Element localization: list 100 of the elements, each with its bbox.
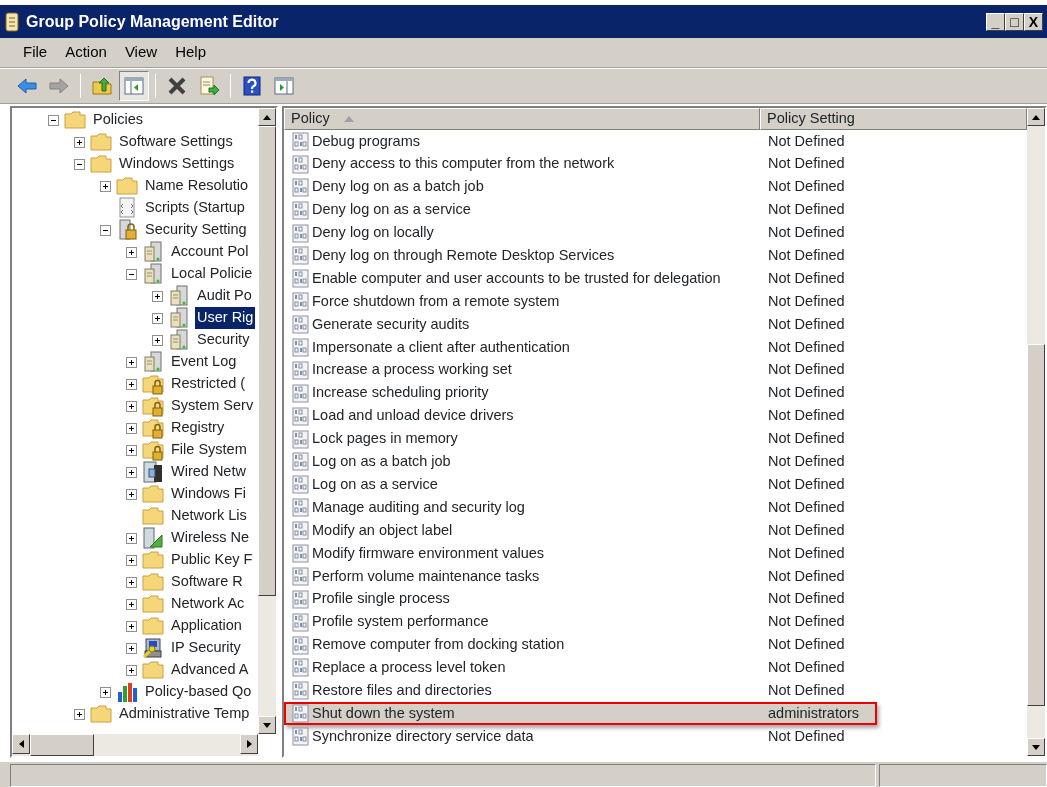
menu-item[interactable]: Help <box>166 39 215 66</box>
table-row[interactable]: Manage auditing and security log Not Defined <box>284 496 1027 520</box>
table-row[interactable]: Impersonate a client after authentication Not Defined <box>284 336 1027 359</box>
expand-icon[interactable] <box>100 180 111 192</box>
collapse-icon[interactable] <box>74 158 85 170</box>
scrollbar-thumb[interactable] <box>258 126 276 596</box>
tree-item[interactable]: Local Policie <box>169 263 255 285</box>
tree-item[interactable]: Restricted ( <box>169 373 248 395</box>
tree-item[interactable]: IP Security <box>169 637 243 659</box>
scrollbar[interactable] <box>258 108 276 734</box>
table-row[interactable]: Generate security audits Not Defined <box>284 313 1027 336</box>
tree-item[interactable]: Windows Settings <box>117 153 237 175</box>
highlighted-table-row[interactable]: Shut down the system administrators <box>284 702 877 726</box>
menu-item[interactable]: File <box>14 39 57 66</box>
table-row[interactable]: Remove computer from docking station Not Defined <box>284 633 1027 657</box>
column-header[interactable]: Policy Setting <box>760 108 1027 130</box>
scrollbar-thumb[interactable] <box>1027 344 1045 706</box>
tree-item[interactable]: Administrative Temp <box>117 703 252 725</box>
scroll-left-icon[interactable] <box>18 740 24 748</box>
expand-icon[interactable] <box>126 246 137 258</box>
expand-icon[interactable] <box>152 312 163 324</box>
table-row[interactable]: Deny log on as a service Not Defined <box>284 198 1027 222</box>
maximize-button[interactable]: □ <box>1005 12 1024 31</box>
table-row[interactable]: Profile system performance Not Defined <box>284 610 1027 634</box>
tree-item[interactable]: Wired Netw <box>169 461 248 483</box>
table-row[interactable]: Deny access to this computer from the network Not Defined <box>284 152 1027 176</box>
table-row[interactable]: Perform volume maintenance tasks Not Defined <box>284 564 1027 588</box>
tree-item[interactable]: Account Pol <box>169 241 251 263</box>
table-row[interactable]: Increase scheduling priority Not Defined <box>284 381 1027 405</box>
tree-item[interactable]: Policies <box>91 109 145 131</box>
table-row[interactable]: Modify an object label Not Defined <box>284 519 1027 543</box>
tree-item[interactable]: Application <box>169 615 244 637</box>
scroll-up-icon[interactable] <box>1032 114 1040 120</box>
table-row[interactable]: Enable computer and user accounts to be trusted for delegation Not Defined <box>284 267 1027 291</box>
tree-item[interactable]: Network Ac <box>169 593 247 615</box>
tree-item[interactable]: Policy-based Qo <box>143 681 254 703</box>
table-row[interactable]: Log on as a service Not Defined <box>284 473 1027 497</box>
expand-icon[interactable] <box>74 136 85 148</box>
expand-icon[interactable] <box>152 290 163 302</box>
table-row[interactable]: Modify firmware environment values Not Defined <box>284 542 1027 565</box>
table-row[interactable]: Deny log on locally Not Defined <box>284 221 1027 245</box>
tree-item[interactable]: Scripts (Startup <box>143 197 247 219</box>
expand-icon[interactable] <box>126 356 137 368</box>
expand-icon[interactable] <box>152 334 163 346</box>
table-row[interactable]: Force shutdown from a remote system Not Defined <box>284 290 1027 314</box>
tree-item[interactable]: Wireless Ne <box>169 527 252 549</box>
expand-icon[interactable] <box>126 664 137 676</box>
expand-icon[interactable] <box>126 466 137 478</box>
expand-icon[interactable] <box>126 532 137 544</box>
tree-item[interactable]: Windows Fi <box>169 483 248 505</box>
scroll-down-icon[interactable] <box>263 722 271 728</box>
tree-item[interactable]: Software Settings <box>117 131 235 153</box>
expand-icon[interactable] <box>126 444 137 456</box>
table-row[interactable]: Increase a process working set Not Defined <box>284 358 1027 382</box>
expand-icon[interactable] <box>126 378 137 390</box>
menu-item[interactable]: Action <box>56 39 116 66</box>
tree-item[interactable]: Security <box>195 329 252 351</box>
tree-item[interactable]: File System <box>169 439 249 461</box>
tree-item[interactable]: Event Log <box>169 351 239 373</box>
expand-icon[interactable] <box>126 422 137 434</box>
expand-icon[interactable] <box>126 576 137 588</box>
tree-item[interactable]: Registry <box>169 417 227 439</box>
collapse-icon[interactable] <box>126 268 137 280</box>
collapse-icon[interactable] <box>48 114 59 126</box>
menu-item[interactable]: View <box>115 39 167 66</box>
expand-icon[interactable] <box>126 642 137 654</box>
expand-icon[interactable] <box>126 488 137 500</box>
table-row[interactable]: Replace a process level token Not Defined <box>284 656 1027 680</box>
table-row[interactable]: Lock pages in memory Not Defined <box>284 427 1027 451</box>
table-row[interactable]: Log on as a batch job Not Defined <box>284 450 1027 474</box>
expand-icon[interactable] <box>126 554 137 566</box>
tree-item[interactable]: Software R <box>169 571 245 593</box>
scrollbar-thumb[interactable] <box>30 734 94 756</box>
expand-icon[interactable] <box>126 400 137 412</box>
scroll-down-icon[interactable] <box>1032 744 1040 750</box>
table-row[interactable]: Synchronize directory service data Not Defined <box>284 725 1027 749</box>
table-row[interactable]: Debug programs Not Defined <box>284 130 1027 153</box>
tree-item[interactable]: Public Key F <box>169 549 255 571</box>
tree-item[interactable]: Advanced A <box>169 659 251 681</box>
table-row[interactable]: Restore files and directories Not Defined <box>284 679 1027 703</box>
table-row[interactable]: Load and unload device drivers Not Defined <box>284 404 1027 428</box>
tree-item[interactable]: Name Resolutio <box>143 175 251 197</box>
expand-icon[interactable] <box>74 708 85 720</box>
table-row[interactable]: Deny log on through Remote Desktop Services Not Defined <box>284 244 1027 268</box>
expand-icon[interactable] <box>126 598 137 610</box>
scrollbar[interactable] <box>12 734 258 756</box>
tree-item[interactable]: Audit Po <box>195 285 254 307</box>
table-row[interactable]: Deny log on as a batch job Not Defined <box>284 175 1027 199</box>
scroll-up-icon[interactable] <box>263 114 271 120</box>
table-row[interactable]: Profile single process Not Defined <box>284 587 1027 611</box>
tree-item[interactable]: Security Setting <box>143 219 249 241</box>
expand-icon[interactable] <box>126 620 137 632</box>
scrollbar[interactable] <box>1027 108 1045 756</box>
close-button[interactable]: X <box>1024 12 1043 31</box>
column-header[interactable]: Policy <box>284 108 760 130</box>
minimize-button[interactable]: _ <box>986 12 1005 31</box>
tree-item[interactable]: System Serv <box>169 395 256 417</box>
expand-icon[interactable] <box>100 686 111 698</box>
tree-item[interactable]: Network Lis <box>169 505 249 527</box>
tree-item[interactable]: User Rig <box>195 307 256 329</box>
